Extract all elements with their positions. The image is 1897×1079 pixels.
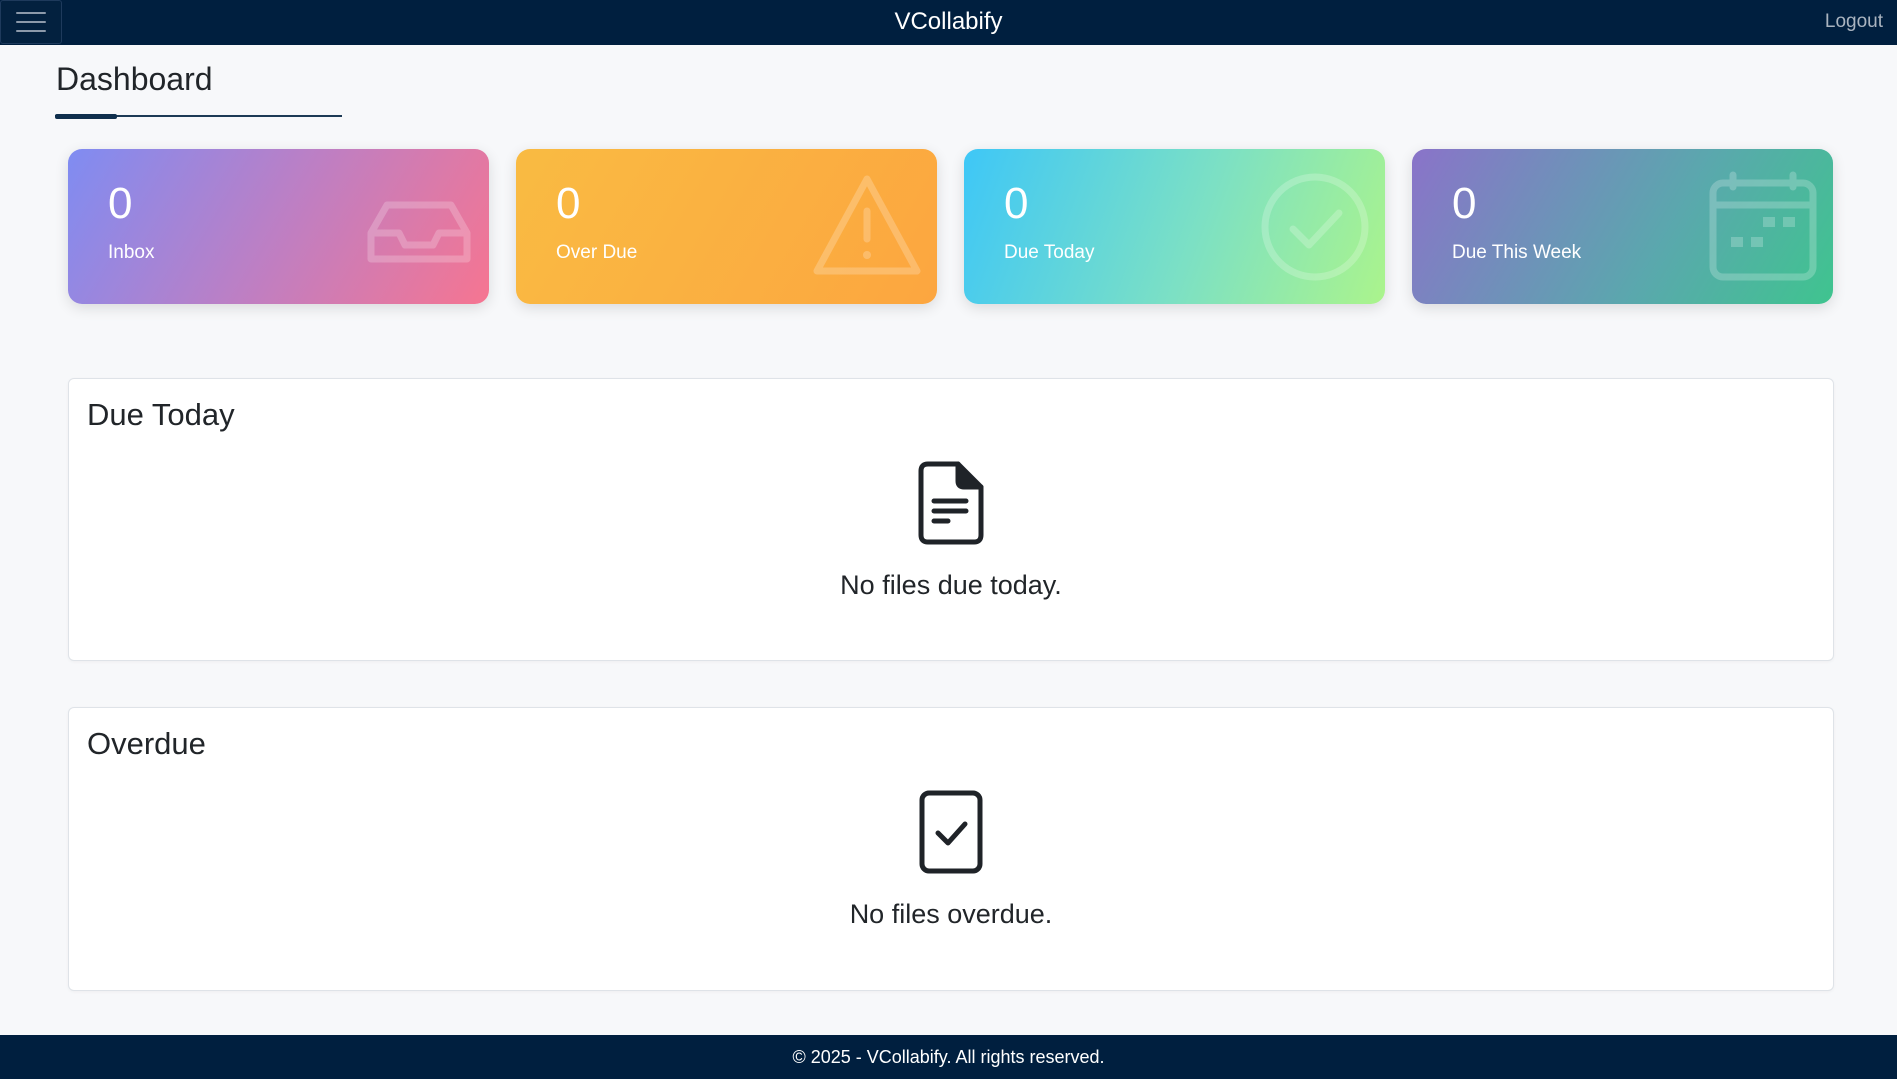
stat-card-due-today[interactable]: 0 Due Today [964,149,1385,304]
title-underline-accent [55,114,117,119]
warning-triangle-icon [813,175,921,275]
brand-title: VCollabify [894,8,1003,35]
logout-link[interactable]: Logout [1825,11,1883,33]
overdue-panel: Overdue No files overdue. [68,707,1834,991]
calendar-icon [1709,171,1817,281]
panel-title: Due Today [87,397,235,432]
stat-label: Due This Week [1452,242,1582,263]
empty-state-message: No files overdue. [849,899,1053,929]
stat-card-due-this-week[interactable]: 0 Due This Week [1412,149,1833,304]
clipboard-check-icon [919,790,983,874]
document-text-icon [918,461,984,545]
footer: © 2025 - VCollabify. All rights reserved… [0,1035,1897,1079]
stat-card-inbox[interactable]: 0 Inbox [68,149,489,304]
due-today-panel: Due Today No files due today. [68,378,1834,661]
empty-state-message: No files due today. [840,570,1062,600]
stat-count: 0 [108,179,133,228]
stat-label: Inbox [108,242,155,263]
stat-label: Due Today [1004,242,1095,263]
top-navbar: VCollabify Logout [0,0,1897,45]
stat-count: 0 [1452,179,1477,228]
stat-label: Over Due [556,242,638,263]
page-title: Dashboard [56,61,213,97]
stat-count: 0 [1004,179,1029,228]
stat-card-over-due[interactable]: 0 Over Due [516,149,937,304]
footer-copyright: © 2025 - VCollabify. All rights reserved… [792,1047,1105,1067]
panel-title: Overdue [87,726,206,761]
stat-count: 0 [556,179,581,228]
inbox-tray-icon [367,201,471,263]
check-circle-icon [1261,173,1369,281]
